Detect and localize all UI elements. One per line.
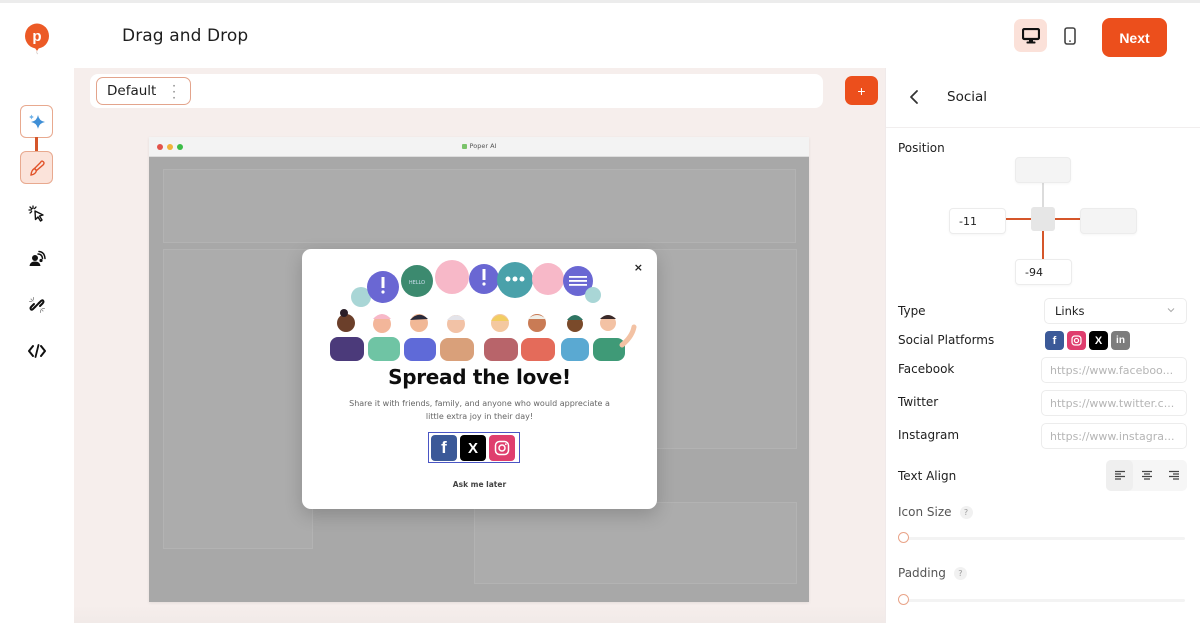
instagram-label: Instagram [898, 428, 960, 442]
variant-label: Default [107, 83, 157, 99]
popup-heading: Spread the love! [388, 365, 571, 389]
align-right-button[interactable] [1160, 460, 1187, 491]
position-connector-bottom [1042, 231, 1044, 259]
rail-item-integrations[interactable] [20, 288, 53, 321]
text-align-group [1106, 460, 1187, 491]
facebook-url-input[interactable]: https://www.faceboo... [1041, 357, 1187, 383]
people-illustration: HELLO [330, 260, 637, 361]
app-header: p Drag and Drop Next [0, 3, 1200, 68]
align-left-icon [1114, 470, 1125, 480]
mobile-icon [1063, 26, 1076, 45]
position-connector-right [1055, 218, 1080, 220]
popup-preview[interactable]: × HELLO Spread the love! Share it with f… [302, 249, 657, 509]
slider-thumb[interactable] [898, 594, 909, 605]
variant-tab-default[interactable]: Default · · · [96, 77, 191, 105]
audience-icon [29, 250, 46, 266]
position-bottom-input[interactable]: -94 [1015, 259, 1072, 285]
align-center-button[interactable] [1133, 460, 1160, 491]
left-tool-rail [0, 68, 74, 623]
position-left-input[interactable]: -11 [949, 208, 1006, 234]
chevron-down-icon [1166, 305, 1176, 318]
link-icon [28, 296, 45, 313]
variant-bar: Default · · · [90, 74, 823, 108]
position-top-input[interactable] [1015, 157, 1071, 183]
page-title: Drag and Drop [122, 26, 249, 46]
type-label: Type [898, 304, 926, 318]
ask-me-later-link[interactable]: Ask me later [302, 480, 657, 489]
page-placeholder-block [474, 502, 797, 584]
social-icons-block[interactable]: f X [428, 432, 520, 463]
instagram-url-input[interactable]: https://www.instagra... [1041, 423, 1187, 449]
facebook-icon[interactable]: f [431, 435, 457, 461]
page-placeholder-block [163, 169, 796, 243]
rail-item-design[interactable] [20, 151, 53, 184]
rail-item-code[interactable] [20, 334, 53, 367]
twitter-label: Twitter [898, 395, 939, 409]
instagram-icon [1071, 335, 1082, 346]
sparkle-icon [28, 114, 45, 129]
chevron-left-icon [910, 90, 918, 104]
facebook-label: Facebook [898, 362, 955, 376]
click-cursor-icon [27, 204, 44, 222]
align-center-icon [1141, 470, 1152, 480]
type-select-value: Links [1055, 304, 1085, 318]
social-platforms-selector: f X in [1045, 331, 1130, 350]
x-icon[interactable]: X [460, 435, 486, 461]
rail-item-targeting[interactable] [20, 242, 53, 275]
position-center [1031, 207, 1055, 231]
instagram-icon[interactable] [489, 435, 515, 461]
mobile-view-button[interactable] [1053, 19, 1086, 52]
position-right-input[interactable] [1080, 208, 1137, 234]
padding-slider[interactable] [898, 594, 1185, 606]
slider-track [902, 599, 1185, 602]
browser-preview: Poper AI × HELLO Spread the love! Share … [149, 137, 809, 602]
position-connector-left [1006, 218, 1032, 220]
page-placeholder-block [163, 249, 313, 549]
editor-canvas: Default · · · + Poper AI × HELLO Spread … [74, 68, 885, 623]
position-connector-top [1042, 182, 1044, 208]
type-select[interactable]: Links [1044, 298, 1187, 324]
panel-header: Social [886, 68, 1200, 128]
align-right-icon [1168, 470, 1179, 480]
desktop-view-button[interactable] [1014, 19, 1047, 52]
panel-title: Social [947, 89, 988, 105]
popup-body-text: Share it with friends, family, and anyon… [349, 399, 610, 421]
platform-instagram-toggle[interactable] [1067, 331, 1086, 350]
help-icon[interactable]: ? [953, 567, 967, 580]
poper-logo[interactable]: p [24, 23, 50, 55]
platform-linkedin-toggle[interactable]: in [1111, 331, 1130, 350]
browser-title: Poper AI [469, 142, 497, 150]
position-label: Position [898, 141, 945, 155]
platform-facebook-toggle[interactable]: f [1045, 331, 1064, 350]
back-button[interactable] [904, 85, 924, 109]
more-options-icon[interactable]: · · · [172, 80, 176, 104]
properties-panel: Social Position -11 -94 Type Links Socia… [885, 68, 1200, 623]
add-variant-button[interactable]: + [845, 76, 878, 105]
twitter-url-input[interactable]: https://www.twitter.c... [1041, 390, 1187, 416]
lock-icon [461, 143, 467, 149]
platform-x-toggle[interactable]: X [1089, 331, 1108, 350]
svg-text:p: p [32, 28, 41, 45]
next-button[interactable]: Next [1102, 18, 1167, 57]
help-icon[interactable]: ? [959, 506, 973, 519]
align-left-button[interactable] [1106, 460, 1133, 491]
browser-titlebar: Poper AI [149, 137, 809, 157]
social-platforms-label: Social Platforms [898, 333, 995, 347]
hello-bubble-text: HELLO [409, 280, 425, 286]
brush-icon [29, 159, 45, 176]
desktop-icon [1021, 27, 1040, 43]
slider-track [902, 537, 1185, 540]
text-align-label: Text Align [898, 469, 957, 483]
icon-size-slider[interactable] [898, 532, 1185, 544]
rail-item-ai[interactable] [20, 105, 53, 138]
icon-size-label: Icon Size [898, 505, 952, 519]
padding-label: Padding [898, 566, 946, 580]
rail-item-triggers[interactable] [20, 197, 53, 230]
slider-thumb[interactable] [898, 532, 909, 543]
code-icon [27, 343, 46, 358]
rail-connector [35, 137, 38, 151]
